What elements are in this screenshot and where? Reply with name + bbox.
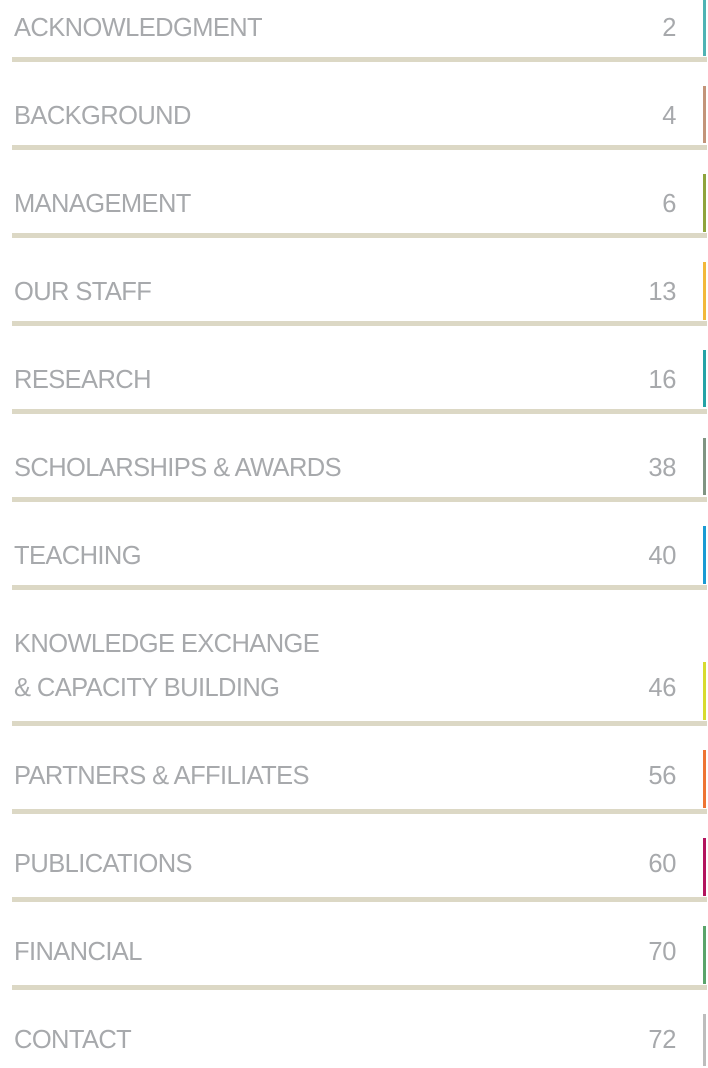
section-accent-bar xyxy=(703,1014,706,1066)
toc-entry-title-line: SCHOLARSHIPS & AWARDS xyxy=(14,454,342,482)
section-accent-bar xyxy=(703,0,706,56)
section-accent-bar xyxy=(703,350,706,407)
toc-divider xyxy=(12,145,707,150)
section-accent-bar xyxy=(703,750,706,808)
toc-entry-page-number[interactable]: 16 xyxy=(648,367,676,394)
toc-entry-title-line: PUBLICATIONS xyxy=(14,850,193,878)
toc-divider xyxy=(12,233,707,238)
toc-divider xyxy=(12,809,707,814)
toc-entry-title-line: OUR STAFF xyxy=(14,278,152,306)
toc-entry-page-number[interactable]: 72 xyxy=(648,1027,676,1054)
toc-entry-title-line: MANAGEMENT xyxy=(14,190,191,218)
toc-divider xyxy=(12,585,707,590)
toc-entry-title-line: RESEARCH xyxy=(14,366,152,394)
toc-divider xyxy=(12,57,707,62)
toc-divider xyxy=(12,897,707,902)
toc-entry-title-line: TEACHING xyxy=(14,542,142,570)
section-accent-bar xyxy=(703,838,706,896)
toc-entry-page-number[interactable]: 38 xyxy=(648,455,676,482)
toc-entry-page-number[interactable]: 4 xyxy=(662,103,676,130)
toc-divider xyxy=(12,497,707,502)
section-accent-bar xyxy=(703,926,706,984)
toc-entry-title-line: ACKNOWLEDGMENT xyxy=(14,14,263,42)
section-accent-bar xyxy=(703,86,706,143)
toc-entry-title-line: KNOWLEDGE EXCHANGE xyxy=(14,630,320,658)
toc-entry-title-line: PARTNERS & AFFILIATES xyxy=(14,762,310,790)
toc-entry-page-number[interactable]: 46 xyxy=(648,675,676,702)
section-accent-bar xyxy=(703,662,706,720)
toc-entry-title-line: FINANCIAL xyxy=(14,938,142,966)
toc-divider xyxy=(12,985,707,990)
toc-entry-title-line: CONTACT xyxy=(14,1026,132,1054)
toc-entry-page-number[interactable]: 13 xyxy=(648,279,676,306)
toc-entry-title-line: & CAPACITY BUILDING xyxy=(14,674,280,702)
toc-entry-page-number[interactable]: 6 xyxy=(662,191,676,218)
toc-divider xyxy=(12,321,707,326)
toc-divider xyxy=(12,409,707,414)
section-accent-bar xyxy=(703,526,706,584)
toc-entry-page-number[interactable]: 56 xyxy=(648,763,676,790)
toc-entry-page-number[interactable]: 40 xyxy=(648,543,676,570)
section-accent-bar xyxy=(703,174,706,232)
toc-divider xyxy=(12,721,707,726)
toc-entry-page-number[interactable]: 70 xyxy=(648,939,676,966)
section-accent-bar xyxy=(703,262,706,320)
toc-entry-title-line: BACKGROUND xyxy=(14,102,191,130)
toc-entry-page-number[interactable]: 2 xyxy=(662,15,676,42)
section-accent-bar xyxy=(703,438,706,495)
toc-entry-page-number[interactable]: 60 xyxy=(648,851,676,878)
